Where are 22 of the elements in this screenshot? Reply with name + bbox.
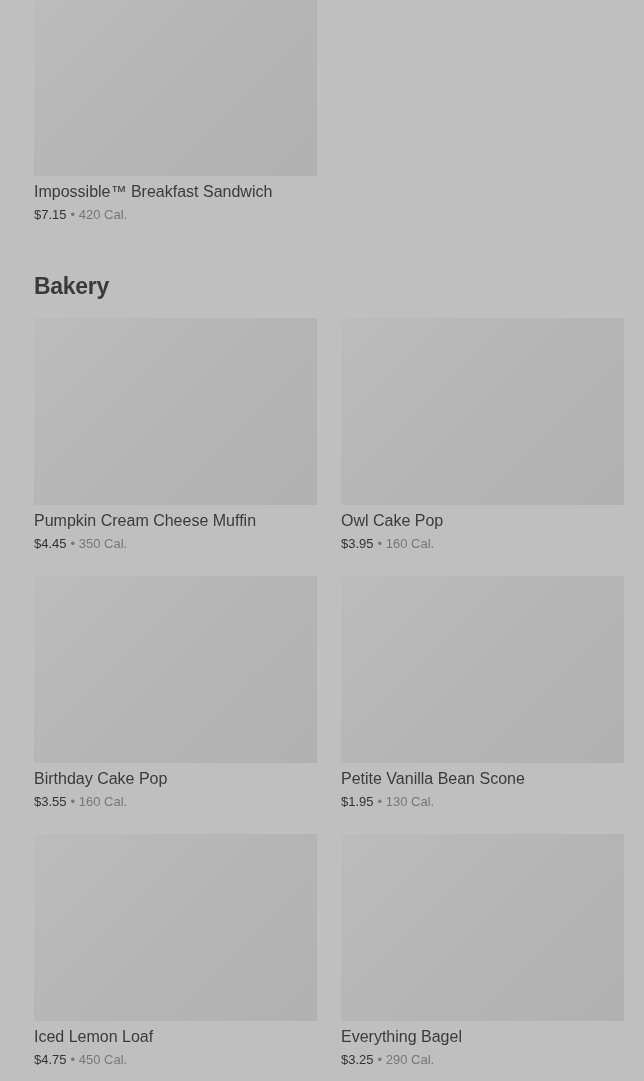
item-calories: • 130 Cal.	[377, 793, 435, 811]
item-name[interactable]: Iced Lemon Loaf	[34, 1027, 317, 1047]
item-name[interactable]: Impossible™ Breakfast Sandwich	[34, 182, 317, 202]
item-price: $3.95	[341, 535, 374, 553]
item-calories: • 290 Cal.	[377, 1051, 435, 1069]
item-price: $3.25	[341, 1051, 374, 1069]
section-heading: Bakery	[34, 272, 110, 301]
item-name[interactable]: Pumpkin Cream Cheese Muffin	[34, 511, 317, 531]
item-price: $4.75	[34, 1051, 67, 1069]
item-name[interactable]: Petite Vanilla Bean Scone	[341, 769, 624, 789]
item-calories: • 350 Cal.	[70, 535, 128, 553]
item-name[interactable]: Birthday Cake Pop	[34, 769, 317, 789]
item-price: $1.95	[341, 793, 374, 811]
item-price: $3.55	[34, 793, 67, 811]
item-calories: • 450 Cal.	[70, 1051, 128, 1069]
item-price: $4.45	[34, 535, 67, 553]
item-name[interactable]: Owl Cake Pop	[341, 511, 624, 531]
item-calories: • 420 Cal.	[70, 206, 128, 224]
item-calories: • 160 Cal.	[377, 535, 435, 553]
item-name[interactable]: Everything Bagel	[341, 1027, 624, 1047]
item-calories: • 160 Cal.	[70, 793, 128, 811]
item-price: $7.15	[34, 206, 67, 224]
